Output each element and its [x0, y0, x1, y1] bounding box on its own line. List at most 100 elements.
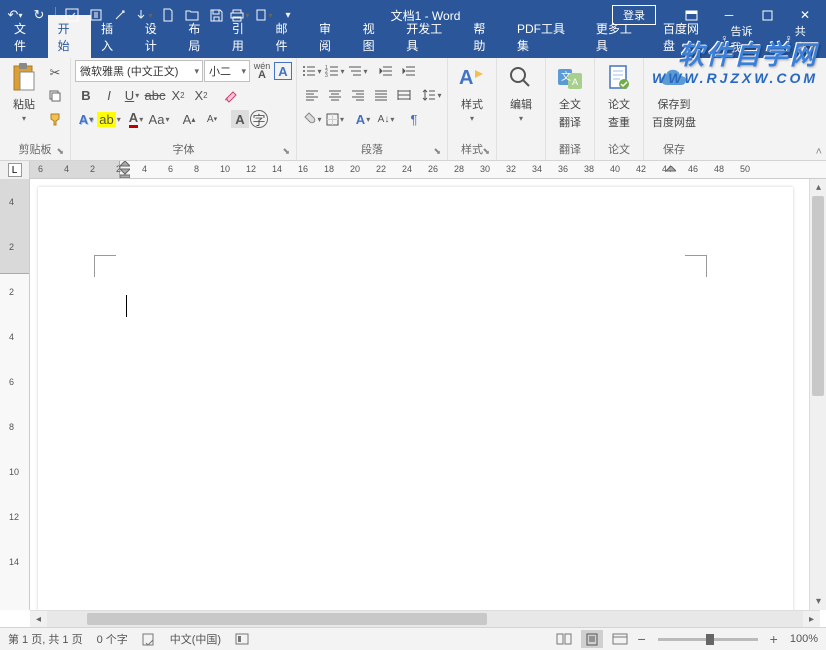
scroll-right-button[interactable]: ▸ [803, 611, 820, 628]
increase-indent-button[interactable] [398, 60, 420, 82]
align-left-button[interactable] [301, 84, 323, 106]
bold-button[interactable]: B [75, 84, 97, 106]
page[interactable] [38, 187, 793, 610]
align-center-button[interactable] [324, 84, 346, 106]
justify-button[interactable] [370, 84, 392, 106]
dialog-launcher[interactable]: ⬊ [56, 146, 64, 157]
styles-button[interactable]: A 样式 ▾ [452, 60, 492, 125]
font-color-button[interactable]: A [125, 108, 147, 130]
zoom-out-button[interactable]: − [637, 631, 645, 647]
share-button[interactable]: ♀ 共享 [785, 23, 817, 55]
zoom-level[interactable]: 100% [790, 633, 818, 645]
tab-selector[interactable]: L [8, 163, 22, 177]
indent-marker[interactable] [120, 161, 130, 179]
zoom-slider[interactable] [658, 638, 758, 641]
sort-button[interactable]: A↓ [375, 108, 397, 130]
vertical-scrollbar[interactable]: ▴ ▾ [809, 179, 826, 610]
distributed-button[interactable] [393, 84, 415, 106]
tab-view[interactable]: 视图 [353, 15, 397, 58]
line-spacing-button[interactable] [421, 84, 443, 106]
phonetic-guide-button[interactable]: wénA [251, 60, 273, 82]
asian-layout-button[interactable]: A [352, 108, 374, 130]
numbering-button[interactable]: 123 [324, 60, 346, 82]
highlight-button[interactable]: ab [98, 108, 120, 130]
italic-button[interactable]: I [98, 84, 120, 106]
styles-label: 样式 [461, 96, 483, 112]
document-area[interactable]: ▴ ▾ [30, 179, 826, 610]
scroll-thumb[interactable] [812, 196, 824, 396]
clear-formatting-button[interactable] [220, 84, 242, 106]
zoom-knob[interactable] [706, 634, 714, 645]
subscript-button[interactable]: X2 [167, 84, 189, 106]
editing-button[interactable]: 编辑 ▾ [501, 60, 541, 125]
enclose-char-button[interactable]: 字 [250, 110, 268, 128]
shading-button[interactable] [301, 108, 323, 130]
lookup-button[interactable]: 论文 查重 [599, 60, 639, 132]
print-layout-button[interactable] [581, 630, 603, 648]
dialog-launcher[interactable]: ⬊ [282, 146, 290, 157]
change-case-button[interactable]: Aa [148, 108, 170, 130]
font-size-combo[interactable]: 小二 [204, 60, 250, 82]
tab-review[interactable]: 审阅 [309, 15, 353, 58]
horizontal-ruler[interactable]: 6422468101214161820222426283032343638404… [30, 161, 826, 179]
new-doc-button[interactable] [157, 4, 179, 26]
tab-developer[interactable]: 开发工具 [396, 15, 463, 58]
paste-button[interactable]: 粘贴 ▾ [4, 60, 44, 125]
align-right-button[interactable] [347, 84, 369, 106]
tab-pdf[interactable]: PDF工具集 [507, 15, 586, 58]
tab-more[interactable]: 更多工具 [586, 15, 653, 58]
strikethrough-button[interactable]: abc [144, 84, 166, 106]
superscript-button[interactable]: X2 [190, 84, 212, 106]
copy-button[interactable] [44, 85, 66, 107]
qat-icon[interactable] [61, 4, 83, 26]
borders-button[interactable] [324, 108, 346, 130]
tab-baidu[interactable]: 百度网盘 [653, 15, 720, 58]
open-button[interactable] [181, 4, 203, 26]
web-layout-button[interactable] [609, 630, 631, 648]
print-button[interactable] [229, 4, 251, 26]
show-marks-button[interactable]: ¶ [403, 108, 425, 130]
multilevel-list-button[interactable] [347, 60, 369, 82]
proofing-icon[interactable] [142, 632, 156, 646]
translate-button[interactable]: 文A 全文 翻译 [550, 60, 590, 132]
right-indent-marker[interactable] [666, 166, 676, 174]
dialog-launcher[interactable]: ⬊ [433, 146, 441, 157]
collapse-ribbon-button[interactable]: ˄ [816, 146, 822, 158]
tell-me-button[interactable]: ♀ 告诉我 [720, 23, 762, 55]
format-painter-button[interactable] [44, 108, 66, 130]
character-border-button[interactable]: A [274, 62, 292, 80]
text-effects-button[interactable]: A [75, 108, 97, 130]
undo-button[interactable]: ↶▾ [4, 4, 26, 26]
bullets-button[interactable] [301, 60, 323, 82]
underline-button[interactable]: U [121, 84, 143, 106]
dialog-launcher[interactable]: ⬊ [482, 146, 490, 157]
scroll-up-button[interactable]: ▴ [810, 179, 826, 196]
zoom-in-button[interactable]: + [770, 631, 778, 647]
char-shading-button[interactable]: A [231, 110, 249, 128]
save-cloud-button[interactable]: 保存到 百度网盘 [648, 60, 700, 132]
scroll-left-button[interactable]: ◂ [30, 611, 47, 628]
tab-help[interactable]: 帮助 [463, 15, 507, 58]
language-indicator[interactable]: 中文(中国) [170, 631, 221, 647]
cut-button[interactable]: ✂ [44, 62, 66, 84]
word-count[interactable]: 0 个字 [97, 631, 128, 647]
vertical-ruler[interactable]: 422468101214 [0, 179, 30, 610]
page-indicator[interactable]: 第 1 页, 共 1 页 [8, 631, 83, 647]
grow-font-button[interactable]: A▴ [178, 108, 200, 130]
shrink-font-button[interactable]: A▾ [201, 108, 223, 130]
read-mode-button[interactable] [553, 630, 575, 648]
qat-icon[interactable] [133, 4, 155, 26]
redo-button[interactable]: ↻ [28, 4, 50, 26]
scroll-thumb[interactable] [87, 613, 487, 625]
scroll-down-button[interactable]: ▾ [810, 593, 826, 610]
translate-label-1: 全文 [559, 96, 581, 112]
decrease-indent-button[interactable] [375, 60, 397, 82]
font-name-combo[interactable]: 微软雅黑 (中文正文) [75, 60, 203, 82]
qat-icon[interactable] [253, 4, 275, 26]
macro-icon[interactable] [235, 633, 249, 645]
save-button[interactable] [205, 4, 227, 26]
qat-icon[interactable] [85, 4, 107, 26]
qat-more[interactable]: ▾ [277, 4, 299, 26]
horizontal-scrollbar[interactable]: ◂ ▸ [30, 610, 820, 627]
qat-icon[interactable] [109, 4, 131, 26]
